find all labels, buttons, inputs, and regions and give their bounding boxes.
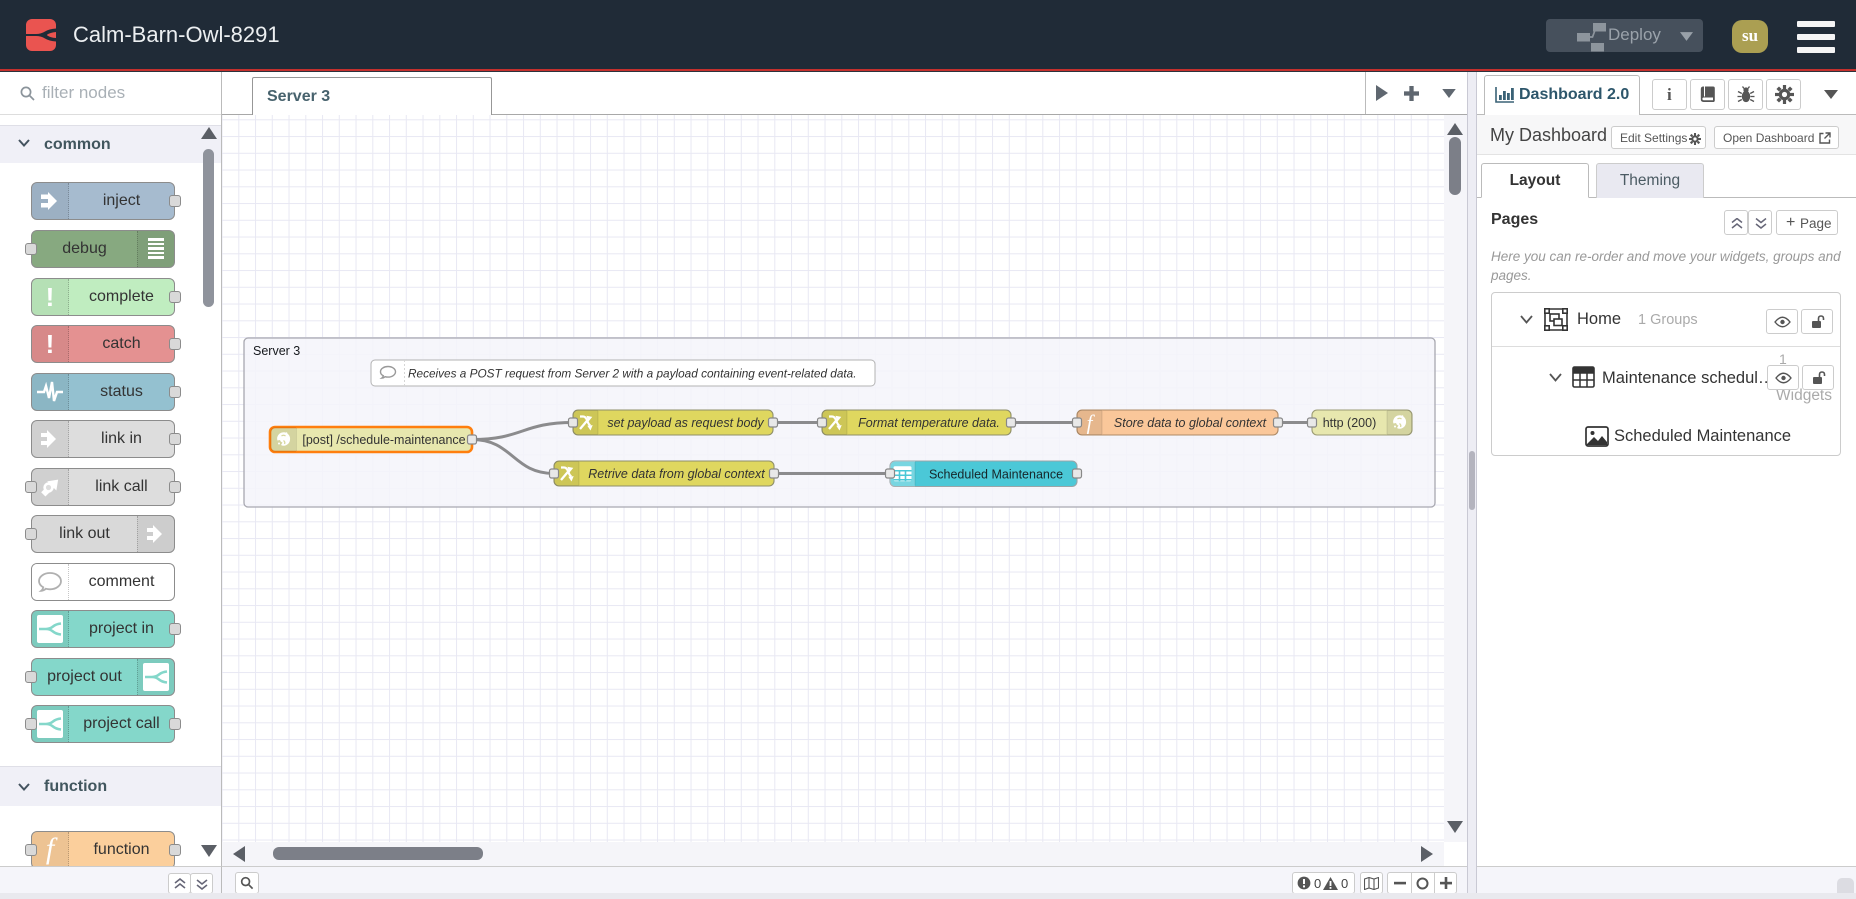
svg-text:Server 3: Server 3 [253, 344, 300, 358]
svg-text:Receives a POST request from S: Receives a POST request from Server 2 wi… [408, 367, 857, 381]
svg-text:Format temperature data.: Format temperature data. [858, 416, 1000, 430]
svg-text:Retrive data from global conte: Retrive data from global context [588, 467, 765, 481]
svg-text:http (200): http (200) [1323, 416, 1377, 430]
svg-text:set payload as request body: set payload as request body [607, 416, 764, 430]
svg-text:Store data to global context: Store data to global context [1114, 416, 1267, 430]
svg-text:[post] /schedule-maintenance: [post] /schedule-maintenance [302, 433, 465, 447]
svg-text:Scheduled Maintenance: Scheduled Maintenance [929, 467, 1063, 481]
